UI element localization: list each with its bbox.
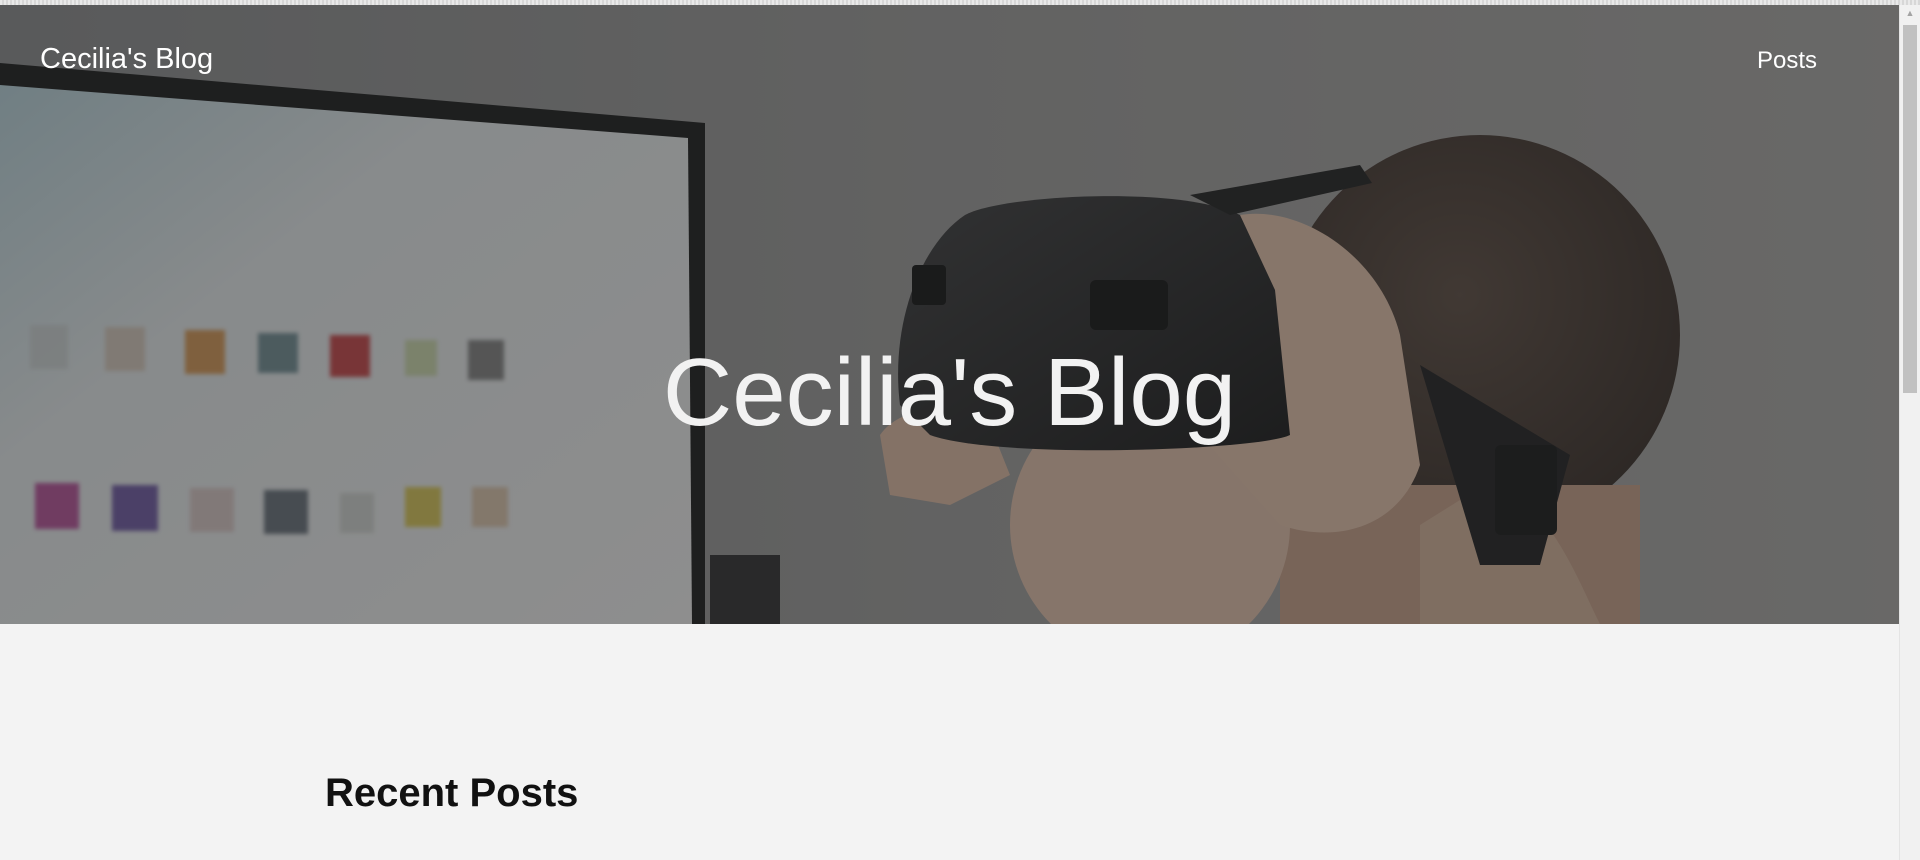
hero-banner: Cecilia's Blog Posts Cecilia's Blog xyxy=(0,5,1899,624)
vertical-scrollbar[interactable]: ▲ xyxy=(1899,5,1920,860)
triangle-up-icon[interactable]: ▲ xyxy=(1900,5,1920,20)
site-title-link[interactable]: Cecilia's Blog xyxy=(40,43,213,76)
recent-posts-heading: Recent Posts xyxy=(325,771,579,815)
hero-dark-overlay xyxy=(0,5,1899,624)
page-viewport: Cecilia's Blog Posts Cecilia's Blog Rece… xyxy=(0,0,1899,860)
nav-link-posts[interactable]: Posts xyxy=(1757,47,1817,75)
scrollbar-thumb[interactable] xyxy=(1903,25,1917,393)
browser-top-edge xyxy=(0,0,1920,5)
hero-heading: Cecilia's Blog xyxy=(662,339,1237,446)
